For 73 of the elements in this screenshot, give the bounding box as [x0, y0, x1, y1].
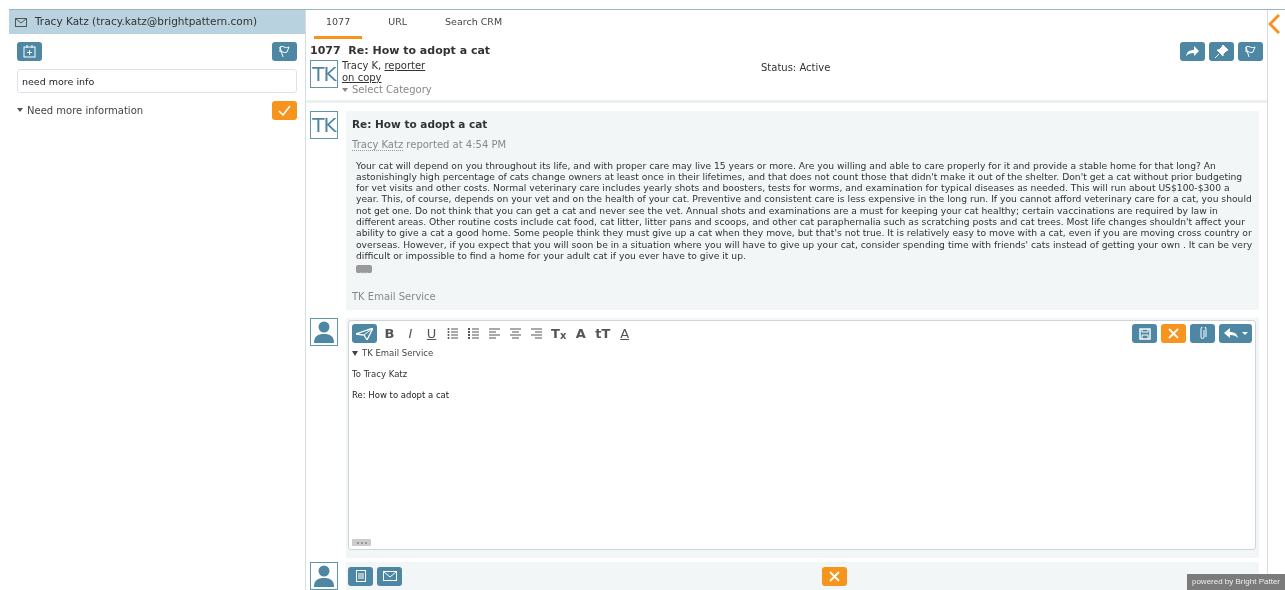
format-button[interactable]: A [572, 324, 590, 344]
recipient-text: To Tracy Katz [352, 368, 409, 381]
expand-button[interactable] [352, 539, 371, 546]
case-number: 1077 [310, 44, 341, 58]
message-body: Your cat will depend on you throughout its life, and with proper care may live 15 years or more. Are you willing and able to care properly for it and provide a stable home for that long? An astonishingly high percentage of cats change owners at least once in their lifetimes, and that does not count those that didn't make it out of the shelter. Don't get a cat without prior budgeting for vet visits and other costs. Normal veterinary care includes yearly shots and boosters, tests for worms, and examination for typical diseases as needed. This will run about US$100-$300 a year. This, of course, depends on your vet and on the health of your cat. Preventive and consistent care is less expensive in the long run. If you cannot afford veterinary care for a cat, you should not get one. Do not think that you can get a cat and never see the vet. Annual shots and examinations are a must for keeping your cat healthy; certain vaccinations are required by law in different areas. Other routine costs include cat food, cat litter, litter pans and scoops, and other cat paraphernalia such as scratching posts and cat trees. Most life changes shouldn't affect your ability to give a cat a good home. Some people think they must give up a cat when they move, but that's not true. It is relatively easy to move with a cat, even if you are moving cross country or overseas. However, if you expect that you will soon be in a situation where you will have to give up your cat, consider spending time with friends' cats instead of getting your own . It can be very difficult or impossible to find a home for your adult cat if you ever have to give it up. [355, 159, 1253, 262]
format-button[interactable]: I [402, 324, 419, 344]
caret-icon [342, 87, 348, 92]
reporter-link[interactable]: reporter [384, 59, 426, 71]
tab[interactable]: Search CRM [433, 10, 515, 40]
calendar-icon [23, 45, 36, 58]
signature-text: TK Email Service [352, 290, 437, 305]
check-icon [278, 105, 291, 117]
format-button[interactable]: tT [593, 324, 613, 344]
report-time: reported at 4:54 PM [406, 138, 507, 150]
tab[interactable]: URL [376, 10, 420, 40]
close-icon [829, 570, 840, 582]
avatar: TK [310, 110, 338, 139]
numbered-list-icon [468, 327, 479, 341]
tab[interactable]: 1077 [314, 10, 363, 40]
user-avatar-icon [310, 562, 338, 590]
powered-by-text: powered by Bright Patter [1186, 574, 1285, 590]
case-subject: Re: How to adopt a cat [348, 44, 491, 58]
avatar: TK [310, 59, 338, 88]
flag-icon [278, 45, 291, 58]
save-button[interactable] [1132, 324, 1157, 344]
format-button[interactable]: A [616, 324, 634, 344]
close-icon [1168, 328, 1179, 340]
reply-dropdown-button[interactable] [1219, 324, 1252, 344]
attach-button[interactable] [1190, 324, 1215, 344]
send-button[interactable] [352, 324, 377, 344]
pin-button[interactable] [1209, 41, 1234, 61]
email-button[interactable] [377, 566, 402, 586]
confirm-button[interactable] [272, 101, 297, 121]
flag-icon [1244, 44, 1257, 58]
reply-icon [1223, 328, 1248, 340]
forward-button[interactable] [1180, 41, 1205, 61]
note-field[interactable]: need more info [17, 69, 297, 94]
paperclip-icon [1198, 327, 1207, 341]
category-dropdown[interactable]: Select Category [342, 83, 757, 96]
ellipsis-icon [355, 541, 368, 544]
expand-button[interactable] [356, 265, 372, 274]
flag-button[interactable] [1238, 41, 1263, 61]
status-text: Status: Active [761, 60, 831, 75]
flag-button[interactable] [272, 42, 297, 61]
close-button[interactable] [1161, 324, 1186, 344]
align-center-icon [510, 327, 521, 341]
subject-text: Re: How to adopt a cat [352, 388, 451, 402]
format-button[interactable]: B [381, 324, 398, 344]
align-left-icon [489, 327, 500, 341]
caret-icon [352, 351, 358, 357]
save-icon [1138, 327, 1151, 340]
align-right-icon [531, 327, 542, 341]
forward-arrow-icon [1186, 45, 1199, 57]
note-button[interactable] [348, 566, 373, 586]
sender-dropdown[interactable]: TK Email Service [352, 347, 1252, 361]
send-icon [356, 327, 373, 340]
calendar-button[interactable] [17, 42, 42, 61]
copy-link[interactable]: on copy [342, 71, 382, 83]
message-subject: Re: How to adopt a cat [352, 116, 489, 132]
disposition-label[interactable]: Need more information [27, 103, 144, 119]
envelope-icon [382, 571, 397, 581]
format-button[interactable]: U [423, 324, 440, 344]
bullet-list-icon [447, 327, 458, 341]
format-button[interactable]: T$_{x}$ [549, 324, 569, 344]
user-avatar-icon [310, 318, 338, 347]
ellipsis-icon [359, 272, 369, 275]
envelope-icon [15, 17, 27, 27]
pin-icon [1215, 44, 1228, 58]
chevron-left-icon[interactable] [1268, 14, 1280, 34]
close-button[interactable] [822, 566, 847, 586]
contact-name: Tracy Katz (tracy.katz@brightpattern.com) [35, 14, 258, 30]
note-icon [355, 570, 366, 582]
author-name: Tracy K, [342, 59, 382, 71]
